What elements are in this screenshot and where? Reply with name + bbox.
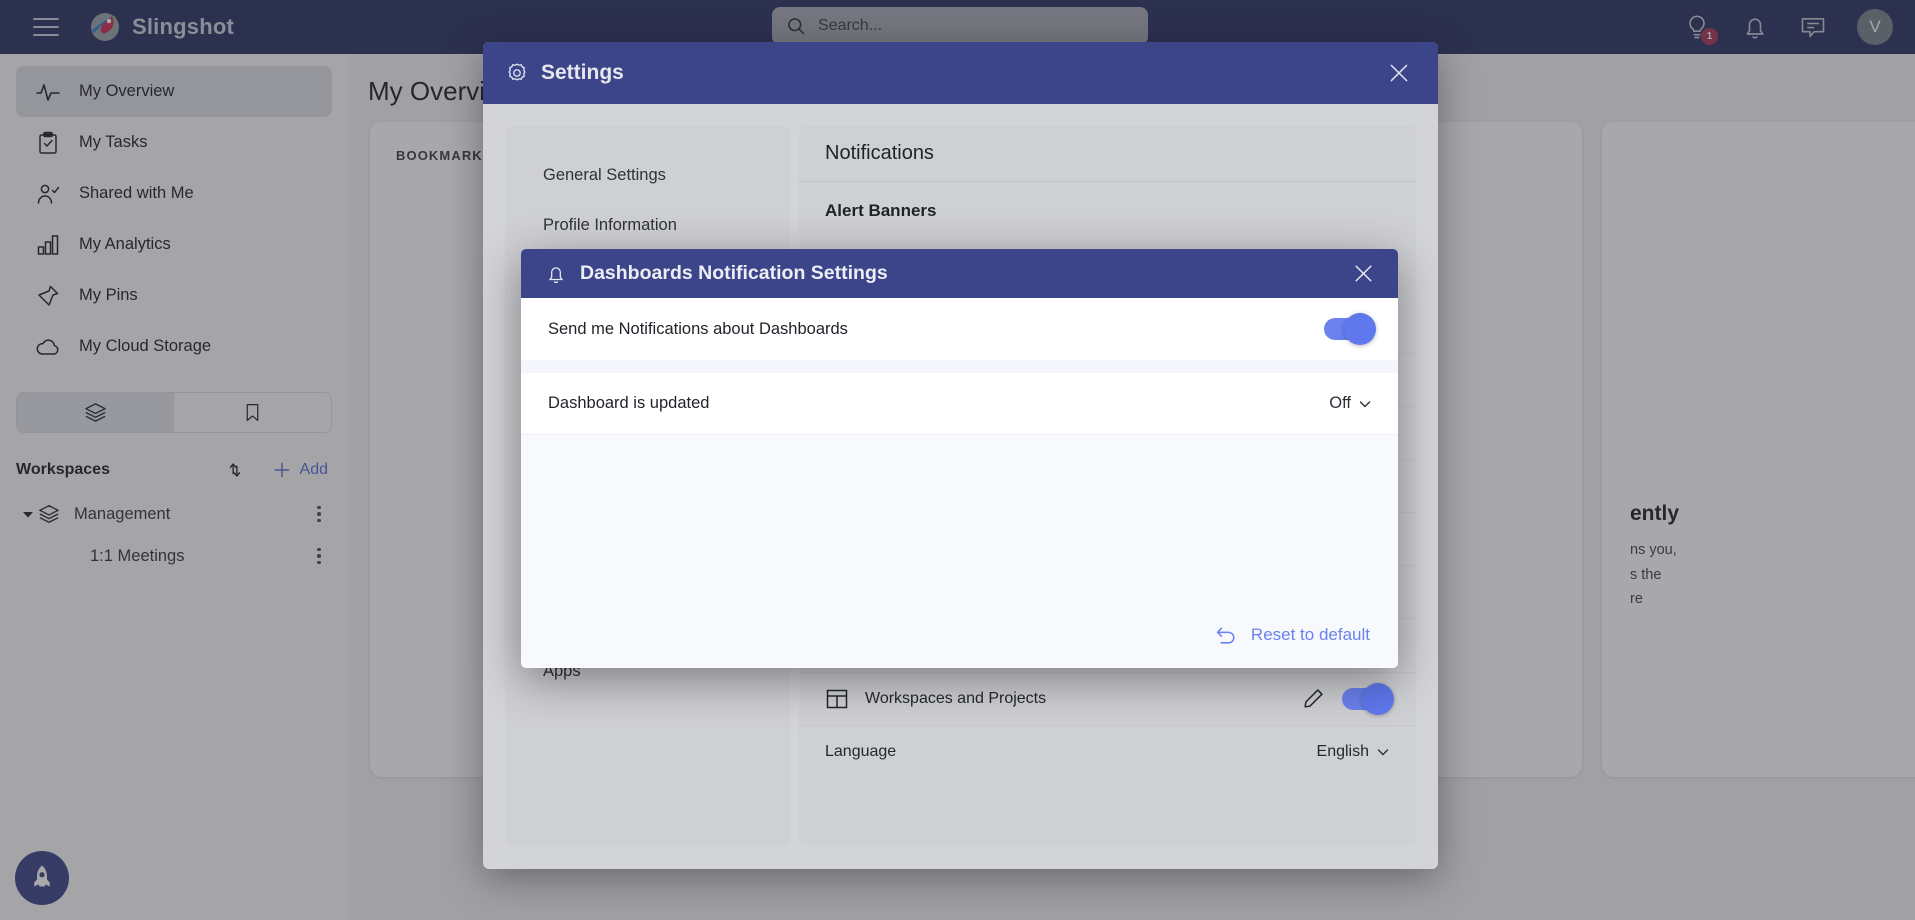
chevron-down-icon <box>1376 745 1390 759</box>
send-notifications-row[interactable]: Send me Notifications about Dashboards <box>521 298 1398 360</box>
settings-dialog-header: Settings <box>483 42 1438 104</box>
inner-dialog-header: Dashboards Notification Settings <box>521 249 1398 298</box>
layout-icon <box>825 687 849 711</box>
gear-icon <box>505 61 529 85</box>
dashboard-is-updated-row[interactable]: Dashboard is updated Off <box>521 373 1398 435</box>
inner-dialog-footer: Reset to default <box>521 603 1398 667</box>
workspaces-projects-toggle[interactable] <box>1342 683 1394 715</box>
close-icon[interactable] <box>1351 261 1376 286</box>
language-label: Language <box>825 743 897 760</box>
reset-to-default-label: Reset to default <box>1250 625 1370 644</box>
notification-rows-bottom: Workspaces and Projects Language English <box>799 672 1416 778</box>
alert-banners-title: Alert Banners <box>825 201 937 220</box>
notification-row-workspaces-and-projects[interactable]: Workspaces and Projects <box>799 672 1416 725</box>
language-row[interactable]: Language English <box>799 725 1416 778</box>
settings-nav-item-profile-information[interactable]: Profile Information <box>505 200 790 250</box>
undo-arrow-icon <box>1214 623 1239 648</box>
send-notifications-label: Send me Notifications about Dashboards <box>548 319 848 338</box>
settings-dialog-title: Settings <box>541 61 624 84</box>
row-separator <box>521 360 1398 373</box>
reset-to-default-button[interactable]: Reset to default <box>1214 623 1370 648</box>
send-notifications-toggle[interactable] <box>1324 313 1376 345</box>
chevron-down-icon <box>1358 397 1372 411</box>
screen: My Overview My Tasks Shared with Me My A… <box>0 0 1915 920</box>
language-value: English <box>1316 743 1369 760</box>
close-icon[interactable] <box>1386 60 1412 86</box>
dashboard-is-updated-label: Dashboard is updated <box>548 394 710 412</box>
language-select[interactable]: English <box>1317 743 1390 761</box>
dashboard-is-updated-value: Off <box>1329 394 1351 412</box>
dashboard-is-updated-select[interactable]: Off <box>1329 394 1372 413</box>
bell-icon <box>545 263 567 285</box>
pencil-icon[interactable] <box>1302 687 1326 711</box>
notification-row-label: Workspaces and Projects <box>865 690 1047 707</box>
settings-nav-item-general-settings[interactable]: General Settings <box>505 150 790 200</box>
notifications-panel-title: Notifications <box>799 126 1416 182</box>
inner-dialog-title: Dashboards Notification Settings <box>580 262 888 284</box>
inner-dialog-empty-area <box>521 435 1398 603</box>
dashboards-notification-settings-dialog: Dashboards Notification Settings Send me… <box>521 249 1398 668</box>
